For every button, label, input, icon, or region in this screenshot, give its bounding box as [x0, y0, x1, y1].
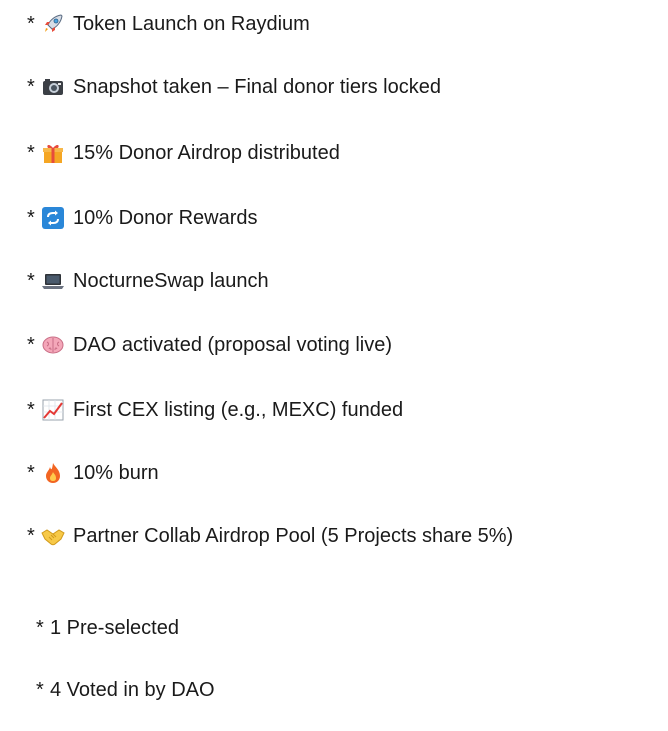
list-item: * Partner Collab Airdrop Pool (5 Project… — [27, 521, 513, 551]
bullet: * — [27, 206, 35, 229]
fire-icon — [41, 461, 65, 485]
bullet: * — [27, 524, 35, 547]
list-item: * DAO activated (proposal voting live) — [27, 330, 392, 360]
item-text: Snapshot taken – Final donor tiers locke… — [73, 75, 441, 98]
item-text: Partner Collab Airdrop Pool (5 Projects … — [73, 524, 514, 547]
chart-increasing-icon — [41, 398, 65, 422]
list-item: * NocturneSwap launch — [27, 266, 269, 296]
bullet: * — [36, 616, 44, 639]
item-text: First CEX listing (e.g., MEXC) funded — [73, 398, 404, 421]
list-item: * 10% burn — [27, 458, 159, 488]
item-text: NocturneSwap launch — [73, 269, 269, 292]
bullet: * — [27, 141, 35, 164]
item-text: 15% Donor Airdrop distributed — [73, 141, 340, 164]
list-item: * Snapshot taken – Final donor tiers loc… — [27, 72, 441, 102]
sub-list-item: * 4 Voted in by DAO — [36, 675, 215, 705]
item-text: Token Launch on Raydium — [73, 12, 310, 35]
list-item: * First CEX listing (e.g., MEXC) funded — [27, 395, 403, 425]
bullet: * — [27, 333, 35, 356]
bullet: * — [27, 461, 35, 484]
document-page: * Token Launch on Raydium * Snapshot tak — [0, 0, 668, 731]
list-item: * 15% Donor Airdrop distributed — [27, 138, 340, 168]
bullet: * — [36, 678, 44, 701]
list-item: * 10% Donor Rewards — [27, 203, 258, 233]
bullet: * — [27, 75, 35, 98]
repeat-icon — [41, 206, 65, 230]
item-text: 4 Voted in by DAO — [50, 678, 215, 701]
handshake-icon — [41, 524, 65, 548]
sub-list-item: * 1 Pre-selected — [36, 613, 179, 643]
bullet: * — [27, 269, 35, 292]
bullet: * — [27, 398, 35, 421]
brain-icon — [41, 333, 65, 357]
item-text: 10% burn — [73, 461, 159, 484]
laptop-icon — [41, 269, 65, 293]
item-text: 10% Donor Rewards — [73, 206, 258, 229]
item-text: DAO activated (proposal voting live) — [73, 333, 393, 356]
camera-icon — [41, 75, 65, 99]
item-text: 1 Pre-selected — [50, 616, 179, 639]
bullet: * — [27, 12, 35, 35]
rocket-icon — [41, 12, 65, 36]
list-item: * Token Launch on Raydium — [27, 9, 310, 39]
gift-icon — [41, 141, 65, 165]
